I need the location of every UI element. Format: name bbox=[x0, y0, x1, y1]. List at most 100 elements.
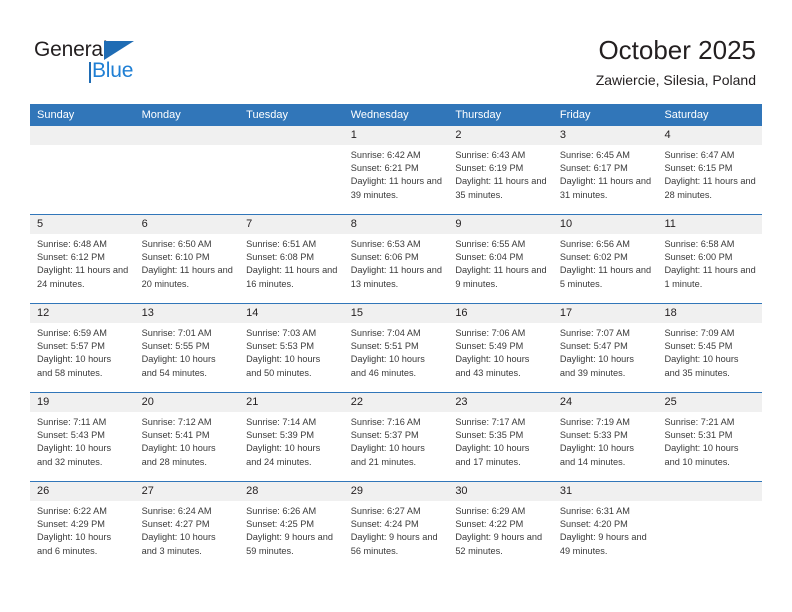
sunrise-text: Sunrise: 6:55 AM bbox=[455, 239, 526, 249]
daylight-text: Daylight: 10 hours and 39 minutes. bbox=[559, 354, 634, 378]
calendar-day-cell[interactable]: 15 Sunrise: 7:04 AM Sunset: 5:51 PM Dayligh… bbox=[343, 304, 449, 392]
calendar-day-cell[interactable]: 13 Sunrise: 7:01 AM Sunset: 5:55 PM Dayligh… bbox=[134, 304, 240, 392]
sunrise-text: Sunrise: 7:14 AM bbox=[246, 417, 317, 427]
calendar-day-cell[interactable]: 27 Sunrise: 6:24 AM Sunset: 4:27 PM Dayligh… bbox=[134, 482, 240, 570]
daylight-text: Daylight: 10 hours and 3 minutes. bbox=[141, 532, 216, 556]
calendar-day-cell[interactable]: 23 Sunrise: 7:17 AM Sunset: 5:35 PM Dayligh… bbox=[448, 393, 553, 481]
sunrise-text: Sunrise: 6:48 AM bbox=[37, 239, 107, 249]
page-header: General Blue October 2025 Zawiercie, Sil… bbox=[0, 0, 792, 103]
day-details: Sunrise: 6:56 AM Sunset: 6:02 PM Daylight:… bbox=[553, 234, 658, 291]
calendar-day-cell[interactable]: 21 Sunrise: 7:14 AM Sunset: 5:39 PM Dayligh… bbox=[239, 393, 344, 481]
calendar-day-cell[interactable]: 28 Sunrise: 6:26 AM Sunset: 4:25 PM Dayligh… bbox=[239, 482, 344, 570]
calendar-day-cell[interactable]: 6 Sunrise: 6:50 AM Sunset: 6:10 PM Daylight… bbox=[134, 215, 240, 303]
day-details: Sunrise: 7:09 AM Sunset: 5:45 PM Daylight:… bbox=[657, 323, 762, 380]
calendar-day-cell[interactable]: 19 Sunrise: 7:11 AM Sunset: 5:43 PM Dayligh… bbox=[30, 393, 135, 481]
sunset-text: Sunset: 6:00 PM bbox=[664, 252, 733, 263]
sunrise-text: Sunrise: 6:58 AM bbox=[664, 239, 735, 249]
calendar-week-row: 1 Sunrise: 6:42 AM Sunset: 6:21 PM Daylight… bbox=[30, 126, 763, 214]
calendar-day-cell[interactable]: 29 Sunrise: 6:27 AM Sunset: 4:24 PM Dayligh… bbox=[343, 482, 449, 570]
sunrise-text: Sunrise: 7:16 AM bbox=[350, 417, 421, 427]
weekday-tuesday: Tuesday bbox=[246, 109, 288, 121]
sunset-text: Sunset: 4:24 PM bbox=[350, 519, 419, 530]
calendar-day-cell[interactable]: 1 Sunrise: 6:42 AM Sunset: 6:21 PM Daylight… bbox=[343, 126, 449, 214]
sunset-text: Sunset: 5:37 PM bbox=[350, 430, 419, 441]
calendar-day-cell[interactable]: 4 Sunrise: 6:47 AM Sunset: 6:15 PM Daylight… bbox=[657, 126, 763, 214]
calendar-day-cell[interactable]: 31 Sunrise: 6:31 AM Sunset: 4:20 PM Dayligh… bbox=[552, 482, 658, 570]
day-number: 7 bbox=[239, 215, 344, 234]
day-number: 26 bbox=[30, 482, 135, 501]
day-details: Sunrise: 6:50 AM Sunset: 6:10 PM Daylight:… bbox=[135, 234, 240, 291]
sunrise-text: Sunrise: 6:27 AM bbox=[350, 506, 421, 516]
day-details: Sunrise: 6:47 AM Sunset: 6:15 PM Daylight:… bbox=[657, 145, 762, 202]
day-details: Sunrise: 6:51 AM Sunset: 6:08 PM Daylight:… bbox=[239, 234, 344, 291]
calendar-day-cell[interactable]: 16 Sunrise: 7:06 AM Sunset: 5:49 PM Dayligh… bbox=[448, 304, 553, 392]
calendar-day-cell[interactable]: 14 Sunrise: 7:03 AM Sunset: 5:53 PM Dayligh… bbox=[239, 304, 344, 392]
calendar-day-cell[interactable]: 26 Sunrise: 6:22 AM Sunset: 4:29 PM Dayligh… bbox=[30, 482, 135, 570]
day-number: 20 bbox=[134, 393, 240, 412]
day-number: 5 bbox=[30, 215, 135, 234]
calendar-day-cell[interactable]: 25 Sunrise: 7:21 AM Sunset: 5:31 PM Dayligh… bbox=[657, 393, 763, 481]
calendar-day-cell[interactable]: 17 Sunrise: 7:07 AM Sunset: 5:47 PM Dayligh… bbox=[552, 304, 658, 392]
sunrise-text: Sunrise: 7:11 AM bbox=[37, 417, 107, 427]
day-number: 17 bbox=[552, 304, 658, 323]
sunrise-text: Sunrise: 7:01 AM bbox=[141, 328, 212, 338]
calendar-day-cell[interactable]: 20 Sunrise: 7:12 AM Sunset: 5:41 PM Dayligh… bbox=[134, 393, 240, 481]
day-number: 13 bbox=[134, 304, 240, 323]
calendar-day-cell[interactable]: 9 Sunrise: 6:55 AM Sunset: 6:04 PM Daylight… bbox=[448, 215, 553, 303]
calendar-day-cell[interactable]: 30 Sunrise: 6:29 AM Sunset: 4:22 PM Dayligh… bbox=[448, 482, 553, 570]
weekday-header-row: Sunday Monday Tuesday Wednesday Thursday… bbox=[30, 104, 762, 126]
page-title: October 2025 bbox=[598, 35, 756, 65]
day-details: Sunrise: 6:48 AM Sunset: 6:12 PM Daylight:… bbox=[30, 234, 135, 291]
day-number: 10 bbox=[552, 215, 658, 234]
daylight-text: Daylight: 10 hours and 28 minutes. bbox=[141, 443, 216, 467]
day-details: Sunrise: 6:43 AM Sunset: 6:19 PM Daylight:… bbox=[448, 145, 553, 202]
calendar-day-cell[interactable]: 11 Sunrise: 6:58 AM Sunset: 6:00 PM Dayligh… bbox=[657, 215, 763, 303]
sunset-text: Sunset: 5:43 PM bbox=[37, 430, 105, 441]
day-details: Sunrise: 7:12 AM Sunset: 5:41 PM Daylight:… bbox=[135, 412, 240, 469]
calendar-day-cell[interactable]: 12 Sunrise: 6:59 AM Sunset: 5:57 PM Dayligh… bbox=[30, 304, 135, 392]
day-details: Sunrise: 6:53 AM Sunset: 6:06 PM Daylight:… bbox=[344, 234, 449, 291]
calendar-day-cell[interactable]: 10 Sunrise: 6:56 AM Sunset: 6:02 PM Dayligh… bbox=[552, 215, 658, 303]
day-number: 19 bbox=[30, 393, 135, 412]
day-details: Sunrise: 7:06 AM Sunset: 5:49 PM Daylight:… bbox=[448, 323, 553, 380]
daylight-text: Daylight: 11 hours and 13 minutes. bbox=[350, 265, 442, 289]
daylight-text: Daylight: 10 hours and 6 minutes. bbox=[37, 532, 112, 556]
logo-word-blue: Blue bbox=[92, 59, 134, 82]
day-number: 28 bbox=[239, 482, 344, 501]
calendar-day-cell[interactable]: 5 Sunrise: 6:48 AM Sunset: 6:12 PM Daylight… bbox=[30, 215, 135, 303]
day-details: Sunrise: 6:45 AM Sunset: 6:17 PM Daylight:… bbox=[553, 145, 658, 202]
day-number: 29 bbox=[343, 482, 449, 501]
calendar-day-cell[interactable]: 8 Sunrise: 6:53 AM Sunset: 6:06 PM Daylight… bbox=[343, 215, 449, 303]
day-number: 14 bbox=[239, 304, 344, 323]
sunset-text: Sunset: 5:47 PM bbox=[559, 341, 628, 352]
sunrise-text: Sunrise: 7:09 AM bbox=[664, 328, 735, 338]
day-number bbox=[657, 482, 763, 501]
calendar-day-cell[interactable]: 18 Sunrise: 7:09 AM Sunset: 5:45 PM Dayligh… bbox=[657, 304, 763, 392]
day-number: 18 bbox=[657, 304, 763, 323]
sunrise-text: Sunrise: 6:22 AM bbox=[37, 506, 107, 516]
day-number: 4 bbox=[657, 126, 763, 145]
daylight-text: Daylight: 10 hours and 32 minutes. bbox=[37, 443, 112, 467]
calendar-day-cell[interactable]: 7 Sunrise: 6:51 AM Sunset: 6:08 PM Daylight… bbox=[239, 215, 344, 303]
sunset-text: Sunset: 5:53 PM bbox=[246, 341, 315, 352]
sunset-text: Sunset: 4:20 PM bbox=[559, 519, 628, 530]
calendar-day-cell[interactable]: 22 Sunrise: 7:16 AM Sunset: 5:37 PM Dayligh… bbox=[343, 393, 449, 481]
calendar-grid: Sunday Monday Tuesday Wednesday Thursday… bbox=[30, 104, 763, 570]
sunrise-text: Sunrise: 7:04 AM bbox=[350, 328, 421, 338]
sunset-text: Sunset: 5:31 PM bbox=[664, 430, 733, 441]
calendar-day-cell[interactable]: 2 Sunrise: 6:43 AM Sunset: 6:19 PM Daylight… bbox=[448, 126, 553, 214]
daylight-text: Daylight: 10 hours and 58 minutes. bbox=[37, 354, 112, 378]
day-number: 24 bbox=[552, 393, 658, 412]
sunrise-text: Sunrise: 6:31 AM bbox=[559, 506, 630, 516]
day-number: 16 bbox=[448, 304, 553, 323]
day-number: 31 bbox=[552, 482, 658, 501]
daylight-text: Daylight: 9 hours and 59 minutes. bbox=[246, 532, 333, 556]
sunset-text: Sunset: 6:12 PM bbox=[37, 252, 105, 263]
sunset-text: Sunset: 6:08 PM bbox=[246, 252, 315, 263]
calendar-day-cell[interactable]: 24 Sunrise: 7:19 AM Sunset: 5:33 PM Dayligh… bbox=[552, 393, 658, 481]
sunset-text: Sunset: 6:10 PM bbox=[141, 252, 210, 263]
daylight-text: Daylight: 10 hours and 10 minutes. bbox=[664, 443, 739, 467]
sunrise-text: Sunrise: 7:19 AM bbox=[559, 417, 630, 427]
calendar-day-cell[interactable]: 3 Sunrise: 6:45 AM Sunset: 6:17 PM Daylight… bbox=[552, 126, 658, 214]
calendar-weeks: 1 Sunrise: 6:42 AM Sunset: 6:21 PM Daylight… bbox=[30, 126, 763, 570]
